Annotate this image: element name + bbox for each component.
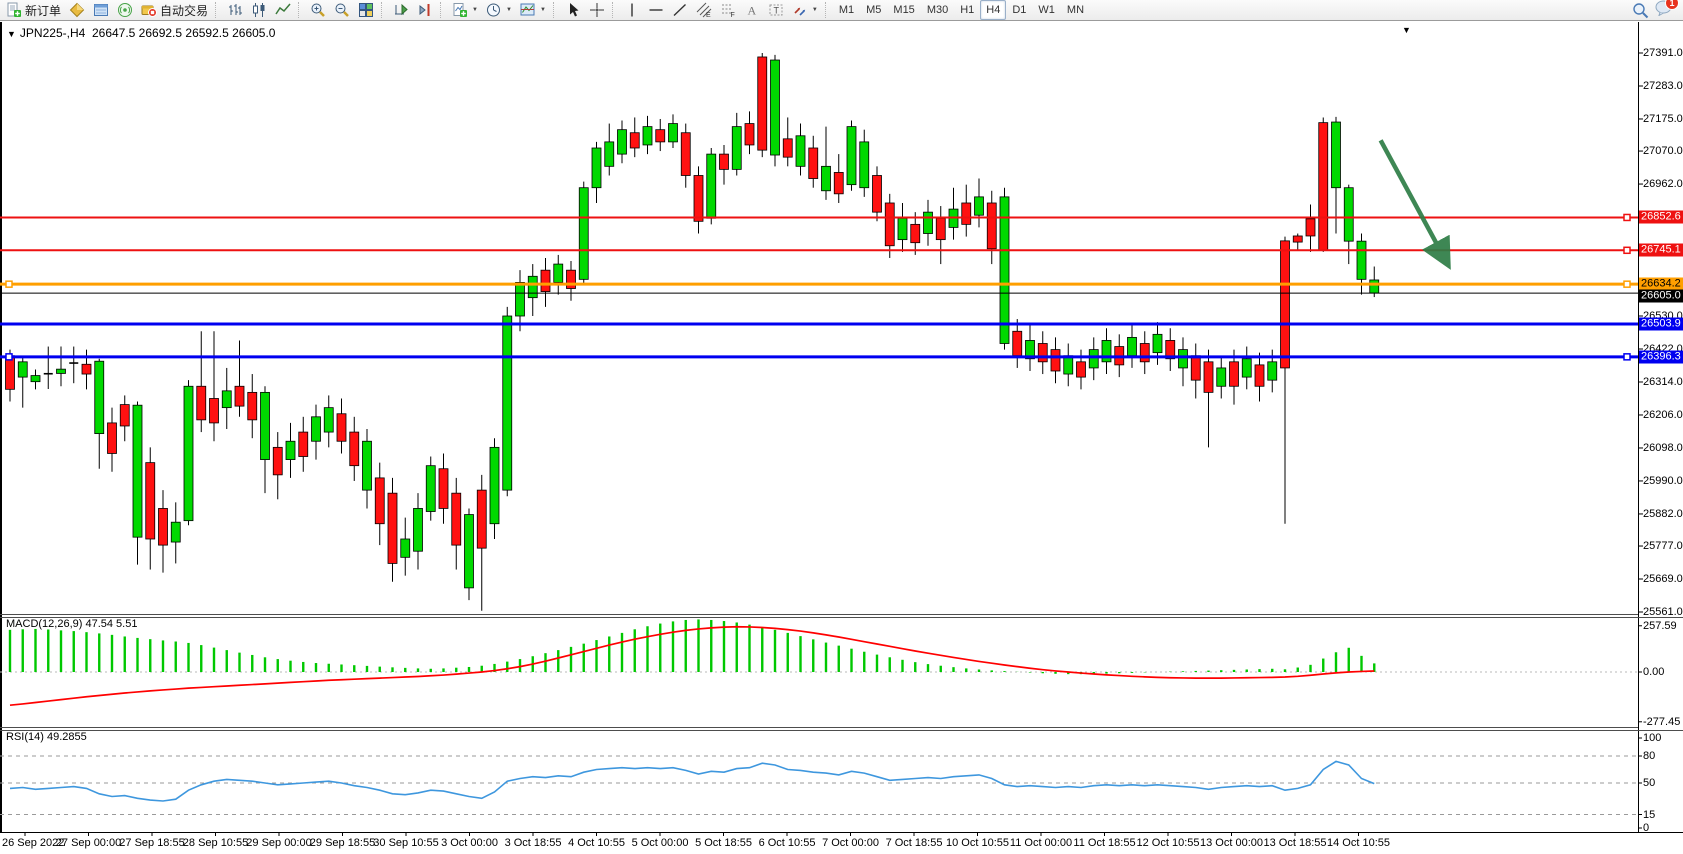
price-line-label: 26605.0 xyxy=(1639,290,1683,303)
price-line-label: 26745.1 xyxy=(1639,244,1683,257)
time-axis-label: 5 Oct 18:55 xyxy=(695,837,752,849)
price-axis-tick: 25882.0 xyxy=(1643,508,1683,520)
price-axis-tick: 27283.0 xyxy=(1643,80,1683,92)
time-axis-label: 29 Sep 18:55 xyxy=(310,837,375,849)
symbol-dropdown-icon[interactable]: ▼ xyxy=(7,29,16,39)
rsi-scale-tick: 80 xyxy=(1643,750,1655,762)
chart-dropdown-arrow-icon[interactable]: ▼ xyxy=(1402,25,1411,35)
rsi-scale-tick: 0 xyxy=(1643,822,1649,834)
price-line-label: 26852.6 xyxy=(1639,211,1683,224)
time-axis-label: 13 Oct 18:55 xyxy=(1264,837,1327,849)
price-line-label: 26396.3 xyxy=(1639,350,1683,363)
price-line-label: 26503.9 xyxy=(1639,317,1683,330)
price-axis-tick: 25669.0 xyxy=(1643,573,1683,585)
price-axis-tick: 26098.0 xyxy=(1643,442,1683,454)
trading-terminal: { "toolbar": { "new_order": "新订单", "auto… xyxy=(0,0,1683,854)
time-axis-label: 7 Oct 00:00 xyxy=(822,837,879,849)
price-axis-tick: 26206.0 xyxy=(1643,409,1683,421)
time-axis-label: 10 Oct 10:55 xyxy=(946,837,1009,849)
time-axis-label: 12 Oct 10:55 xyxy=(1137,837,1200,849)
price-axis-tick: 25561.0 xyxy=(1643,606,1683,618)
time-axis-label: 29 Sep 00:00 xyxy=(246,837,311,849)
time-axis-label: 27 Sep 18:55 xyxy=(119,837,184,849)
time-axis-label: 5 Oct 00:00 xyxy=(632,837,689,849)
rsi-scale-tick: 100 xyxy=(1643,732,1661,744)
rsi-indicator-label: RSI(14) 49.2855 xyxy=(6,731,87,743)
time-axis-label: 7 Oct 18:55 xyxy=(886,837,943,849)
chart-symbol-timeframe: JPN225-,H4 xyxy=(20,26,85,40)
macd-indicator-label: MACD(12,26,9) 47.54 5.51 xyxy=(6,618,137,630)
time-axis-label: 11 Oct 18:55 xyxy=(1073,837,1135,849)
time-axis-label: 11 Oct 00:00 xyxy=(1010,837,1072,849)
time-axis-label: 13 Oct 00:00 xyxy=(1200,837,1263,849)
time-axis-label: 14 Oct 10:55 xyxy=(1327,837,1390,849)
price-axis-tick: 27070.0 xyxy=(1643,145,1683,157)
macd-scale-tick: 0.00 xyxy=(1643,666,1664,678)
price-axis-tick: 26962.0 xyxy=(1643,178,1683,190)
time-axis-label: 30 Sep 10:55 xyxy=(373,837,438,849)
price-axis-tick: 27391.0 xyxy=(1643,47,1683,59)
chart-plot[interactable] xyxy=(0,0,1683,854)
macd-scale-tick: 257.59 xyxy=(1643,620,1677,632)
time-axis-label: 27 Sep 00:00 xyxy=(56,837,121,849)
rsi-scale-tick: 50 xyxy=(1643,777,1655,789)
time-axis-label: 3 Oct 18:55 xyxy=(505,837,562,849)
time-axis-label: 3 Oct 00:00 xyxy=(441,837,498,849)
price-axis-tick: 27175.0 xyxy=(1643,113,1683,125)
chart-ohlc-values: 26647.5 26692.5 26592.5 26605.0 xyxy=(92,26,276,40)
rsi-scale-tick: 15 xyxy=(1643,809,1655,821)
time-axis-label: 6 Oct 10:55 xyxy=(759,837,816,849)
price-axis-tick: 26314.0 xyxy=(1643,376,1683,388)
macd-scale-tick: -277.45 xyxy=(1643,716,1680,728)
price-axis-tick: 25990.0 xyxy=(1643,475,1683,487)
price-axis-tick: 25777.0 xyxy=(1643,540,1683,552)
time-axis-label: 28 Sep 10:55 xyxy=(183,837,248,849)
chart-title: ▼ JPN225-,H4 26647.5 26692.5 26592.5 2660… xyxy=(7,26,275,40)
time-axis-label: 4 Oct 10:55 xyxy=(568,837,625,849)
